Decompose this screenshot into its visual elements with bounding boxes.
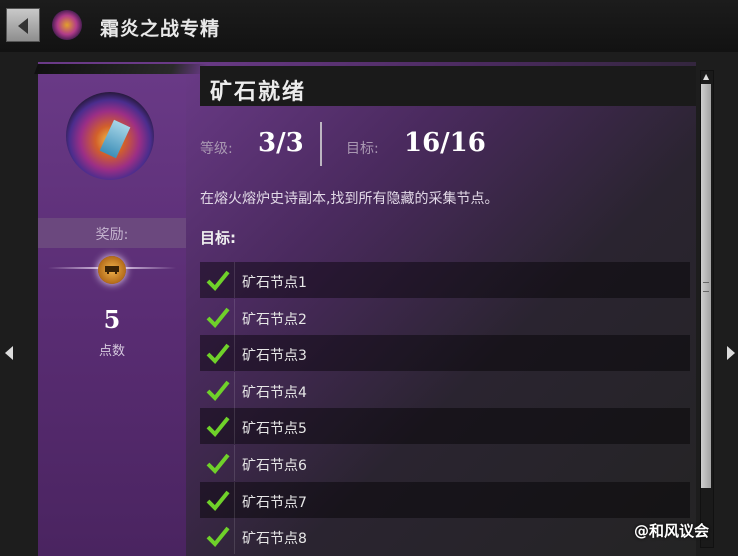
reward-label: 奖励: (95, 227, 129, 243)
checkmark-icon (206, 453, 230, 474)
objective-row: 矿石节点8 (200, 518, 690, 555)
row-divider (234, 371, 235, 408)
goal-value: 16/16 (404, 128, 486, 158)
checkmark-icon (206, 343, 230, 365)
achievement-title: 矿石就绪 (210, 80, 307, 105)
checkmark-icon (206, 417, 230, 438)
previous-arrow-icon[interactable] (4, 345, 14, 365)
scroll-up-icon[interactable]: ▲ (703, 72, 709, 81)
objective-label: 矿石节点6 (242, 458, 307, 474)
page-title: 霜炎之战专精 (100, 18, 221, 40)
row-divider (234, 335, 235, 372)
reward-panel: 奖励: 5 点数 (38, 62, 186, 556)
achievement-emblem-icon (66, 92, 154, 180)
row-divider (234, 481, 235, 518)
objective-label: 矿石节点2 (242, 311, 307, 328)
row-divider (234, 518, 235, 555)
objective-row: 矿石节点2 (200, 298, 690, 335)
reward-points: 5 (103, 305, 121, 334)
objective-row: 矿石节点4 (200, 371, 690, 408)
checkmark-icon (206, 380, 230, 401)
objective-row: 矿石节点7 (200, 481, 690, 518)
objective-label: 矿石节点8 (242, 531, 307, 548)
achievement-description: 在熔火熔炉史诗副本,找到所有隐藏的采集节点。 (200, 191, 499, 207)
objective-row: 矿石节点1 (200, 262, 690, 298)
mastery-point-icon (98, 256, 126, 284)
row-divider (234, 445, 235, 481)
reward-points-label: 点数 (98, 344, 125, 359)
checkmark-icon (206, 307, 230, 328)
top-bar: 霜炎之战专精 (0, 0, 738, 52)
next-arrow-icon[interactable] (726, 345, 736, 365)
objective-label: 矿石节点1 (242, 275, 307, 291)
objective-row: 矿石节点3 (200, 335, 690, 372)
row-divider (234, 408, 235, 445)
row-divider (234, 298, 235, 335)
objective-row: 矿石节点6 (200, 445, 690, 481)
objective-label: 矿石节点7 (242, 494, 307, 511)
objective-label: 矿石节点5 (242, 421, 307, 438)
back-button[interactable] (6, 8, 40, 42)
checkmark-icon (206, 270, 230, 291)
mastery-icon (52, 10, 82, 40)
objective-label: 矿石节点3 (242, 348, 307, 365)
objectives-heading: 目标: (200, 229, 236, 247)
back-arrow-icon (18, 18, 28, 34)
objective-row: 矿石节点5 (200, 408, 690, 445)
objective-label: 矿石节点4 (242, 384, 307, 401)
row-divider (234, 262, 235, 298)
checkmark-icon (206, 526, 230, 548)
stat-divider (320, 122, 322, 166)
goal-label: 目标: (346, 141, 379, 157)
scroll-grip-icon (703, 282, 709, 292)
checkmark-icon (206, 490, 230, 511)
brush-stroke-decoration (34, 64, 208, 74)
level-label: 等级: (200, 141, 233, 157)
level-value: 3/3 (258, 128, 304, 158)
watermark: @和风议会 (634, 522, 710, 540)
